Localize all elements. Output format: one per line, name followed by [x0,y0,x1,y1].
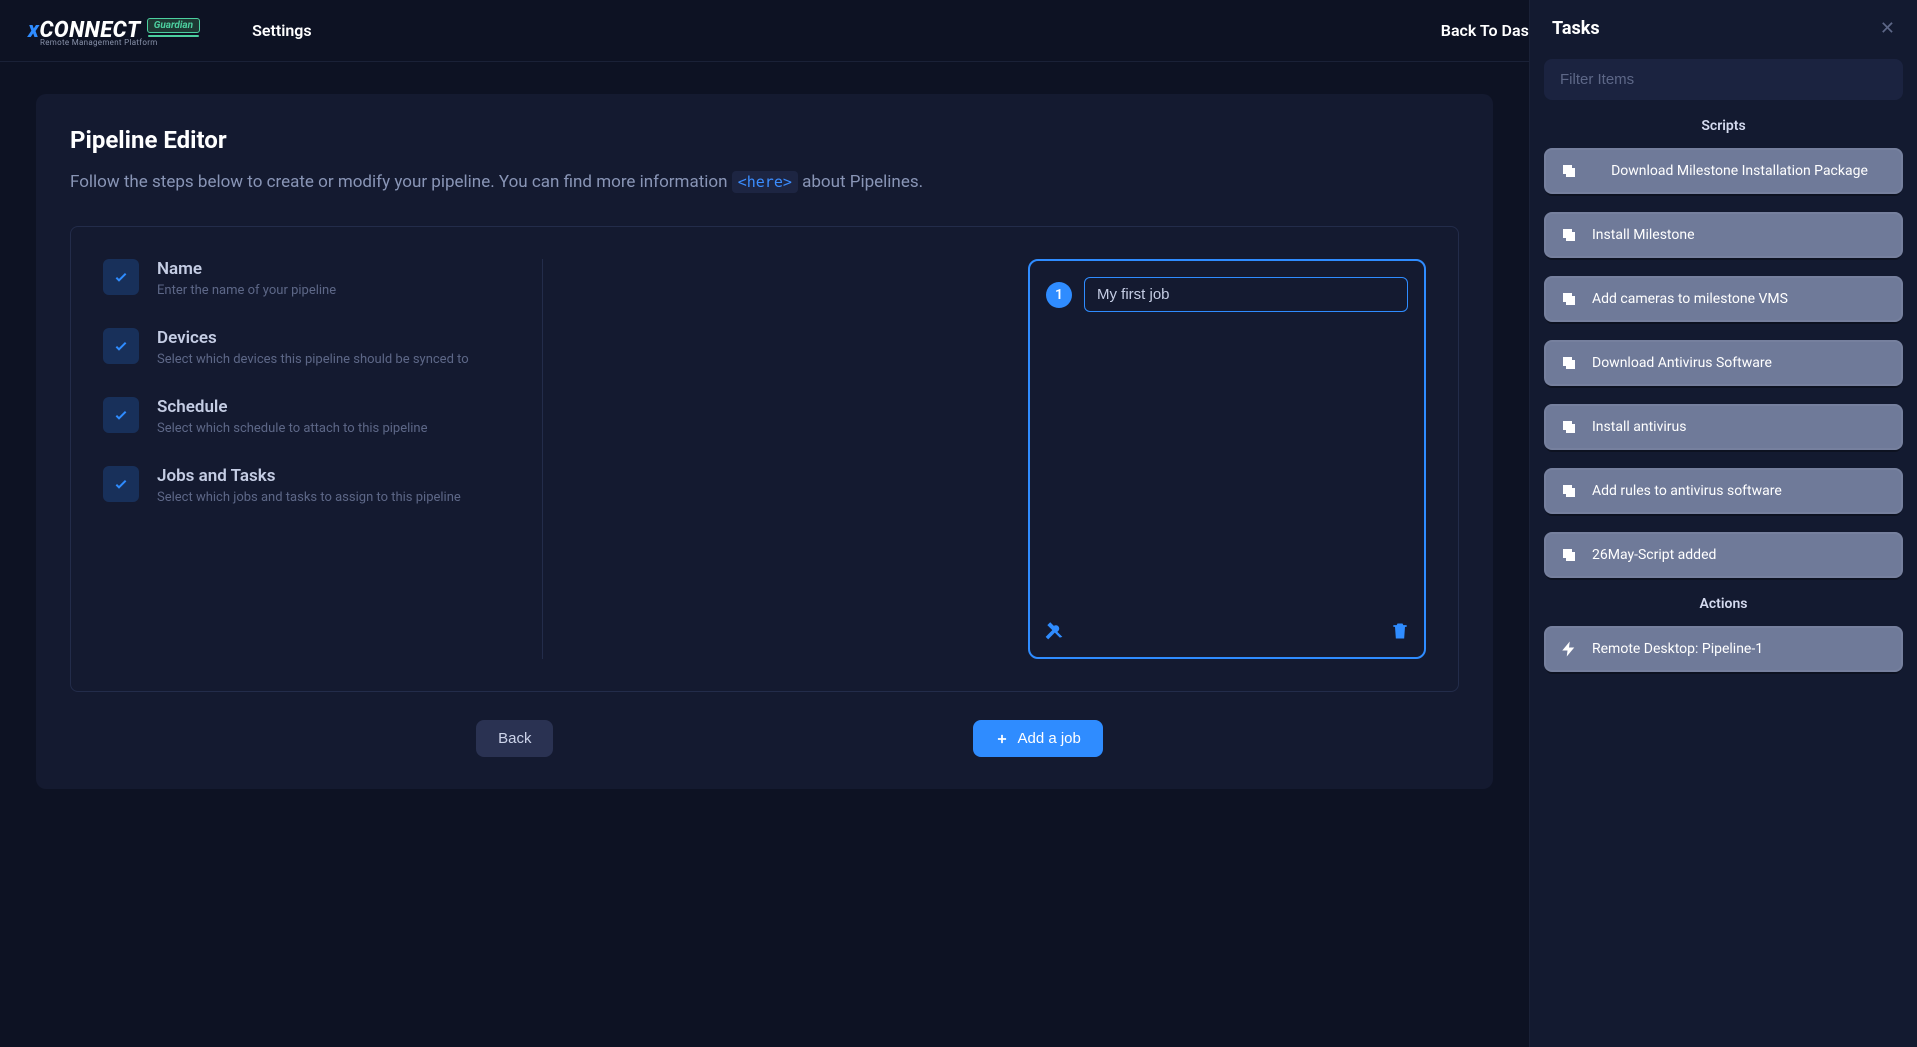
step-desc: Select which jobs and tasks to assign to… [157,490,461,505]
here-link[interactable]: <here> [732,171,798,193]
task-item-script[interactable]: Install Milestone [1544,212,1903,258]
brand-x: x [28,18,39,43]
brand-subtitle: Remote Management Platform [40,38,158,47]
add-job-label: Add a job [1017,730,1080,747]
task-item-script[interactable]: Install antivirus [1544,404,1903,450]
step-title: Name [157,259,336,279]
job-number-badge: 1 [1046,282,1072,308]
page-title: Pipeline Editor [70,126,1459,154]
check-icon [103,397,139,433]
job-area: 1 [543,259,1426,659]
page-description: Follow the steps below to create or modi… [70,172,1459,192]
add-job-button[interactable]: Add a job [973,720,1102,757]
task-item-script[interactable]: Add rules to antivirus software [1544,468,1903,514]
trash-icon[interactable] [1390,621,1410,645]
step-title: Devices [157,328,469,348]
task-item-script[interactable]: Add cameras to milestone VMS [1544,276,1903,322]
filter-input[interactable] [1544,59,1903,100]
tools-icon[interactable] [1044,621,1064,645]
steps-list: Name Enter the name of your pipeline Dev… [103,259,543,659]
task-item-action[interactable]: Remote Desktop: Pipeline-1 [1544,626,1903,672]
step-devices[interactable]: Devices Select which devices this pipeli… [103,328,512,367]
step-schedule[interactable]: Schedule Select which schedule to attach… [103,397,512,436]
step-title: Schedule [157,397,428,417]
task-item-script[interactable]: Download Antivirus Software [1544,340,1903,386]
main-content: Pipeline Editor Follow the steps below t… [0,62,1529,821]
back-button[interactable]: Back [476,720,553,757]
actions-section-label: Actions [1544,596,1903,612]
brand-badge: Guardian [147,18,200,33]
check-icon [103,328,139,364]
step-jobs-tasks[interactable]: Jobs and Tasks Select which jobs and tas… [103,466,512,505]
step-desc: Enter the name of your pipeline [157,283,336,298]
job-card[interactable]: 1 [1028,259,1426,659]
step-desc: Select which schedule to attach to this … [157,421,428,436]
wizard-container: Name Enter the name of your pipeline Dev… [70,226,1459,692]
wizard-actions: Back Add a job [70,720,1459,757]
step-desc: Select which devices this pipeline shoul… [157,352,469,367]
check-icon [103,259,139,295]
tasks-panel-title: Tasks [1552,18,1600,39]
editor-card: Pipeline Editor Follow the steps below t… [36,94,1493,789]
step-title: Jobs and Tasks [157,466,461,486]
task-item-script[interactable]: 26May-Script added [1544,532,1903,578]
nav-settings[interactable]: Settings [252,21,312,40]
tasks-panel: Tasks ✕ Scripts Download Milestone Insta… [1529,0,1917,1047]
step-name[interactable]: Name Enter the name of your pipeline [103,259,512,298]
task-item-script[interactable]: Download Milestone Installation Package [1544,148,1903,194]
job-name-input[interactable] [1084,277,1408,312]
check-icon [103,466,139,502]
scripts-section-label: Scripts [1544,118,1903,134]
close-icon[interactable]: ✕ [1880,18,1895,39]
